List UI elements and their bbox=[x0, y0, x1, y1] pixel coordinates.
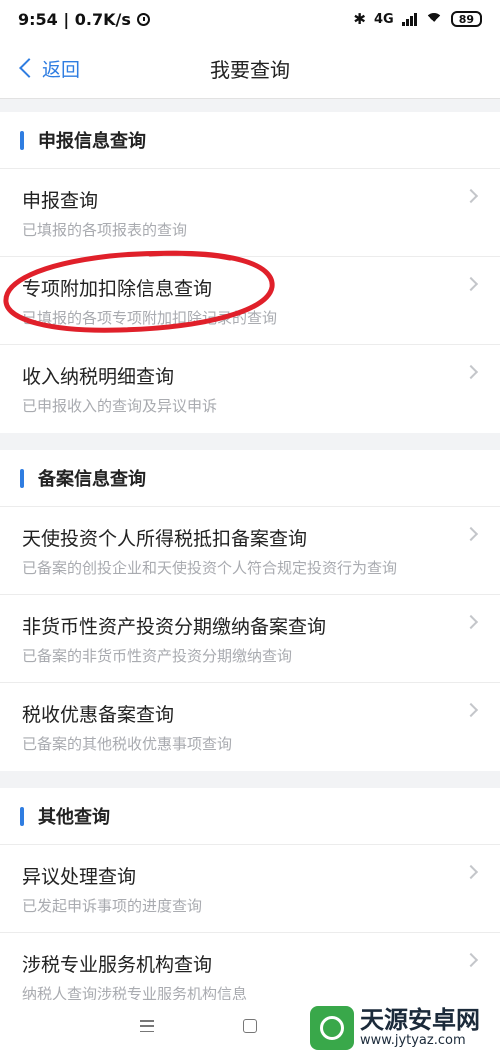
section-header: 申报信息查询 bbox=[0, 112, 500, 169]
item-title: 涉税专业服务机构查询 bbox=[22, 954, 213, 976]
item-title: 税收优惠备案查询 bbox=[22, 704, 175, 726]
back-label: 返回 bbox=[42, 58, 81, 81]
list-item[interactable]: 非货币性资产投资分期缴纳备案查询 已备案的非货币性资产投资分期缴纳查询 bbox=[0, 595, 500, 683]
battery-icon: 89 bbox=[450, 11, 482, 27]
section-title: 其他查询 bbox=[38, 807, 110, 828]
header: 返回 我要查询 bbox=[0, 38, 500, 99]
page-title: 我要查询 bbox=[210, 57, 290, 82]
chevron-right-icon bbox=[463, 864, 479, 880]
item-title: 专项附加扣除信息查询 bbox=[22, 278, 213, 300]
item-subtitle: 已备案的创投企业和天使投资个人符合规定投资行为查询 bbox=[22, 559, 398, 577]
list-item[interactable]: 专项附加扣除信息查询 已填报的各项专项附加扣除记录的查询 bbox=[0, 257, 500, 345]
item-subtitle: 已备案的非货币性资产投资分期缴纳查询 bbox=[22, 647, 293, 665]
back-button[interactable]: 返回 bbox=[18, 38, 80, 98]
signal-icon bbox=[401, 12, 417, 26]
status-left: 9:54 | 0.7K/s bbox=[18, 10, 150, 29]
section-title: 备案信息查询 bbox=[38, 469, 146, 490]
chevron-right-icon bbox=[463, 188, 479, 204]
watermark: 天源安卓网 www.jytyaz.com bbox=[310, 1002, 500, 1054]
chevron-right-icon bbox=[463, 526, 479, 542]
list-item[interactable]: 收入纳税明细查询 已申报收入的查询及异议申诉 bbox=[0, 345, 500, 433]
item-title: 收入纳税明细查询 bbox=[22, 366, 175, 388]
status-right: ✱ 4G 89 bbox=[353, 10, 482, 28]
item-title: 非货币性资产投资分期缴纳备案查询 bbox=[22, 616, 327, 638]
section-accent-bar bbox=[20, 130, 24, 150]
chevron-right-icon bbox=[463, 276, 479, 292]
home-icon[interactable] bbox=[243, 1019, 257, 1033]
chevron-right-icon bbox=[463, 702, 479, 718]
alarm-icon bbox=[136, 12, 150, 26]
watermark-name: 天源安卓网 bbox=[360, 1006, 480, 1034]
watermark-text: 天源安卓网 www.jytyaz.com bbox=[360, 1007, 480, 1049]
list-item[interactable]: 天使投资个人所得税抵扣备案查询 已备案的创投企业和天使投资个人符合规定投资行为查… bbox=[0, 507, 500, 595]
watermark-logo-icon bbox=[310, 1006, 354, 1050]
item-subtitle: 纳税人查询涉税专业服务机构信息 bbox=[22, 985, 248, 1000]
section-other-query: 其他查询 异议处理查询 已发起申诉事项的进度查询 涉税专业服务机构查询 纳税人查… bbox=[0, 788, 500, 1000]
item-title: 异议处理查询 bbox=[22, 866, 137, 888]
item-subtitle: 已填报的各项报表的查询 bbox=[22, 221, 188, 239]
chevron-right-icon bbox=[463, 952, 479, 968]
battery-level: 89 bbox=[458, 12, 474, 26]
chevron-right-icon bbox=[463, 364, 479, 380]
section-header: 其他查询 bbox=[0, 788, 500, 845]
list-item[interactable]: 税收优惠备案查询 已备案的其他税收优惠事项查询 bbox=[0, 683, 500, 771]
item-title: 申报查询 bbox=[22, 190, 99, 212]
menu-icon[interactable] bbox=[140, 1020, 154, 1032]
status-bar: 9:54 | 0.7K/s ✱ 4G 89 bbox=[0, 0, 500, 38]
section-filing-query: 备案信息查询 天使投资个人所得税抵扣备案查询 已备案的创投企业和天使投资个人符合… bbox=[0, 450, 500, 771]
section-declaration-query: 申报信息查询 申报查询 已填报的各项报表的查询 专项附加扣除信息查询 已填报的各… bbox=[0, 112, 500, 433]
network-type: 4G bbox=[373, 11, 394, 27]
item-subtitle: 已申报收入的查询及异议申诉 bbox=[22, 397, 218, 415]
section-accent-bar bbox=[20, 806, 24, 826]
list-item[interactable]: 异议处理查询 已发起申诉事项的进度查询 bbox=[0, 845, 500, 933]
chevron-right-icon bbox=[463, 614, 479, 630]
back-chevron-icon bbox=[19, 58, 39, 78]
item-subtitle: 已备案的其他税收优惠事项查询 bbox=[22, 735, 233, 753]
list-item[interactable]: 涉税专业服务机构查询 纳税人查询涉税专业服务机构信息 bbox=[0, 933, 500, 1000]
watermark-url: www.jytyaz.com bbox=[360, 1033, 466, 1048]
section-accent-bar bbox=[20, 468, 24, 488]
section-header: 备案信息查询 bbox=[0, 450, 500, 507]
status-time-speed: 9:54 | 0.7K/s bbox=[18, 9, 131, 29]
item-title: 天使投资个人所得税抵扣备案查询 bbox=[22, 528, 308, 550]
item-subtitle: 已填报的各项专项附加扣除记录的查询 bbox=[22, 309, 278, 327]
bluetooth-icon: ✱ bbox=[353, 10, 366, 28]
section-title: 申报信息查询 bbox=[38, 131, 146, 152]
item-subtitle: 已发起申诉事项的进度查询 bbox=[22, 897, 203, 915]
list-item[interactable]: 申报查询 已填报的各项报表的查询 bbox=[0, 169, 500, 257]
wifi-icon bbox=[424, 13, 443, 25]
